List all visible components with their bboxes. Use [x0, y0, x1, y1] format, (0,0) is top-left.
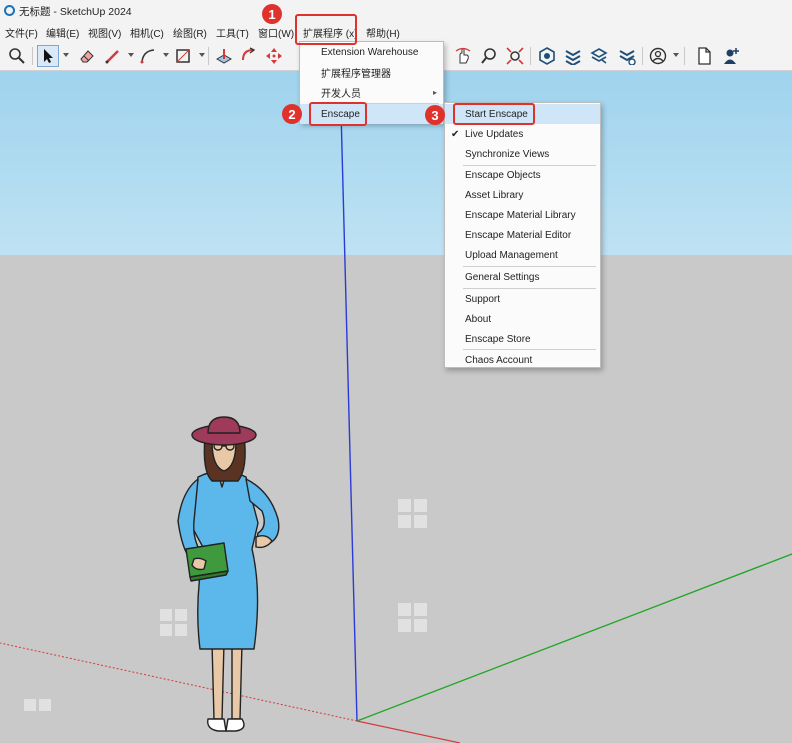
menu-item-material-library[interactable]: Enscape Material Library: [445, 205, 600, 225]
menu-tools[interactable]: 工具(T): [216, 25, 249, 40]
blue-axis: [340, 110, 358, 722]
red-axis-positive: [356, 720, 461, 743]
chevron-down-icon[interactable]: [673, 53, 679, 57]
highlight-start-enscape: [453, 103, 535, 125]
menu-bar: 文件(F) 编辑(E) 视图(V) 相机(C) 绘图(R) 工具(T) 窗口(W…: [0, 22, 792, 41]
green-axis: [356, 553, 792, 722]
menu-item-about[interactable]: About: [445, 309, 600, 329]
extension-warehouse-icon[interactable]: [562, 45, 584, 67]
move-icon[interactable]: [263, 45, 285, 67]
scale-figure[interactable]: [177, 416, 280, 732]
toolbar-separator: [530, 47, 531, 65]
menu-item-enscape-objects[interactable]: Enscape Objects: [445, 165, 600, 185]
chevron-down-icon[interactable]: [199, 53, 205, 57]
chevron-right-icon: ▸: [432, 87, 437, 97]
menu-help[interactable]: 帮助(H): [366, 25, 400, 40]
arc-icon[interactable]: [137, 45, 159, 67]
highlight-enscape-item: [309, 102, 367, 126]
menu-item-live-updates[interactable]: ✔ Live Updates: [445, 124, 600, 144]
step-badge-3: 3: [425, 105, 445, 125]
menu-item-general-settings[interactable]: General Settings: [445, 267, 600, 287]
pencil-icon[interactable]: [102, 45, 124, 67]
menu-file[interactable]: 文件(F): [5, 25, 38, 40]
window-title: 无标题 - SketchUp 2024: [19, 6, 132, 18]
zoom-icon[interactable]: [6, 45, 28, 67]
menu-draw[interactable]: 绘图(R): [173, 25, 207, 40]
orbit-hand-icon[interactable]: [452, 45, 474, 67]
toolbar-separator: [32, 47, 33, 65]
zoom-tool-icon[interactable]: [478, 45, 500, 67]
toolbar-separator: [642, 47, 643, 65]
menu-camera[interactable]: 相机(C): [130, 25, 164, 40]
rectangle-icon[interactable]: [172, 45, 194, 67]
menu-item-developer[interactable]: 开发人员 ▸: [300, 82, 443, 102]
sketchup-logo-icon: [4, 5, 15, 16]
menu-item-enscape-store[interactable]: Enscape Store: [445, 329, 600, 349]
highlight-extensions-menu: [295, 14, 357, 45]
menu-item-extension-warehouse[interactable]: Extension Warehouse: [300, 42, 443, 62]
red-axis: [0, 642, 358, 722]
warehouse-icon[interactable]: [536, 45, 558, 67]
menu-view[interactable]: 视图(V): [88, 25, 121, 40]
layers-share-icon[interactable]: [588, 45, 610, 67]
enscape-submenu: Start Enscape ✔ Live Updates Synchronize…: [444, 102, 601, 368]
menu-item-support[interactable]: Support: [445, 289, 600, 309]
profile-icon[interactable]: [647, 45, 669, 67]
menu-item-chaos-account[interactable]: Chaos Account: [445, 350, 600, 370]
menu-item-asset-library[interactable]: Asset Library: [445, 185, 600, 205]
select-arrow-icon[interactable]: [37, 45, 59, 67]
new-document-icon[interactable]: [693, 45, 715, 67]
menu-item-material-editor[interactable]: Enscape Material Editor: [445, 225, 600, 245]
follow-me-icon[interactable]: [238, 45, 260, 67]
title-bar: 无标题 - SketchUp 2024: [0, 0, 792, 22]
extension-manager-icon[interactable]: [616, 45, 638, 67]
menu-item-synchronize-views[interactable]: Synchronize Views: [445, 144, 600, 164]
toolbar-separator: [208, 47, 209, 65]
menu-item-live-updates-label: Live Updates: [465, 128, 524, 140]
zoom-extents-icon[interactable]: [504, 45, 526, 67]
check-icon: ✔: [451, 128, 460, 140]
step-badge-2: 2: [282, 104, 302, 124]
viewport-scene[interactable]: [0, 71, 792, 743]
chevron-down-icon[interactable]: [128, 53, 134, 57]
menu-item-extension-manager[interactable]: 扩展程序管理器: [300, 62, 443, 82]
menu-item-upload-management[interactable]: Upload Management: [445, 245, 600, 265]
step-badge-1: 1: [262, 4, 282, 24]
eraser-icon[interactable]: [76, 45, 98, 67]
chevron-down-icon[interactable]: [63, 53, 69, 57]
toolbar-separator: [684, 47, 685, 65]
chevron-down-icon[interactable]: [163, 53, 169, 57]
push-pull-icon[interactable]: [213, 45, 235, 67]
add-user-icon[interactable]: [720, 45, 742, 67]
menu-window[interactable]: 窗口(W): [258, 25, 294, 40]
menu-edit[interactable]: 编辑(E): [46, 25, 79, 40]
menu-item-developer-label: 开发人员: [321, 88, 361, 100]
